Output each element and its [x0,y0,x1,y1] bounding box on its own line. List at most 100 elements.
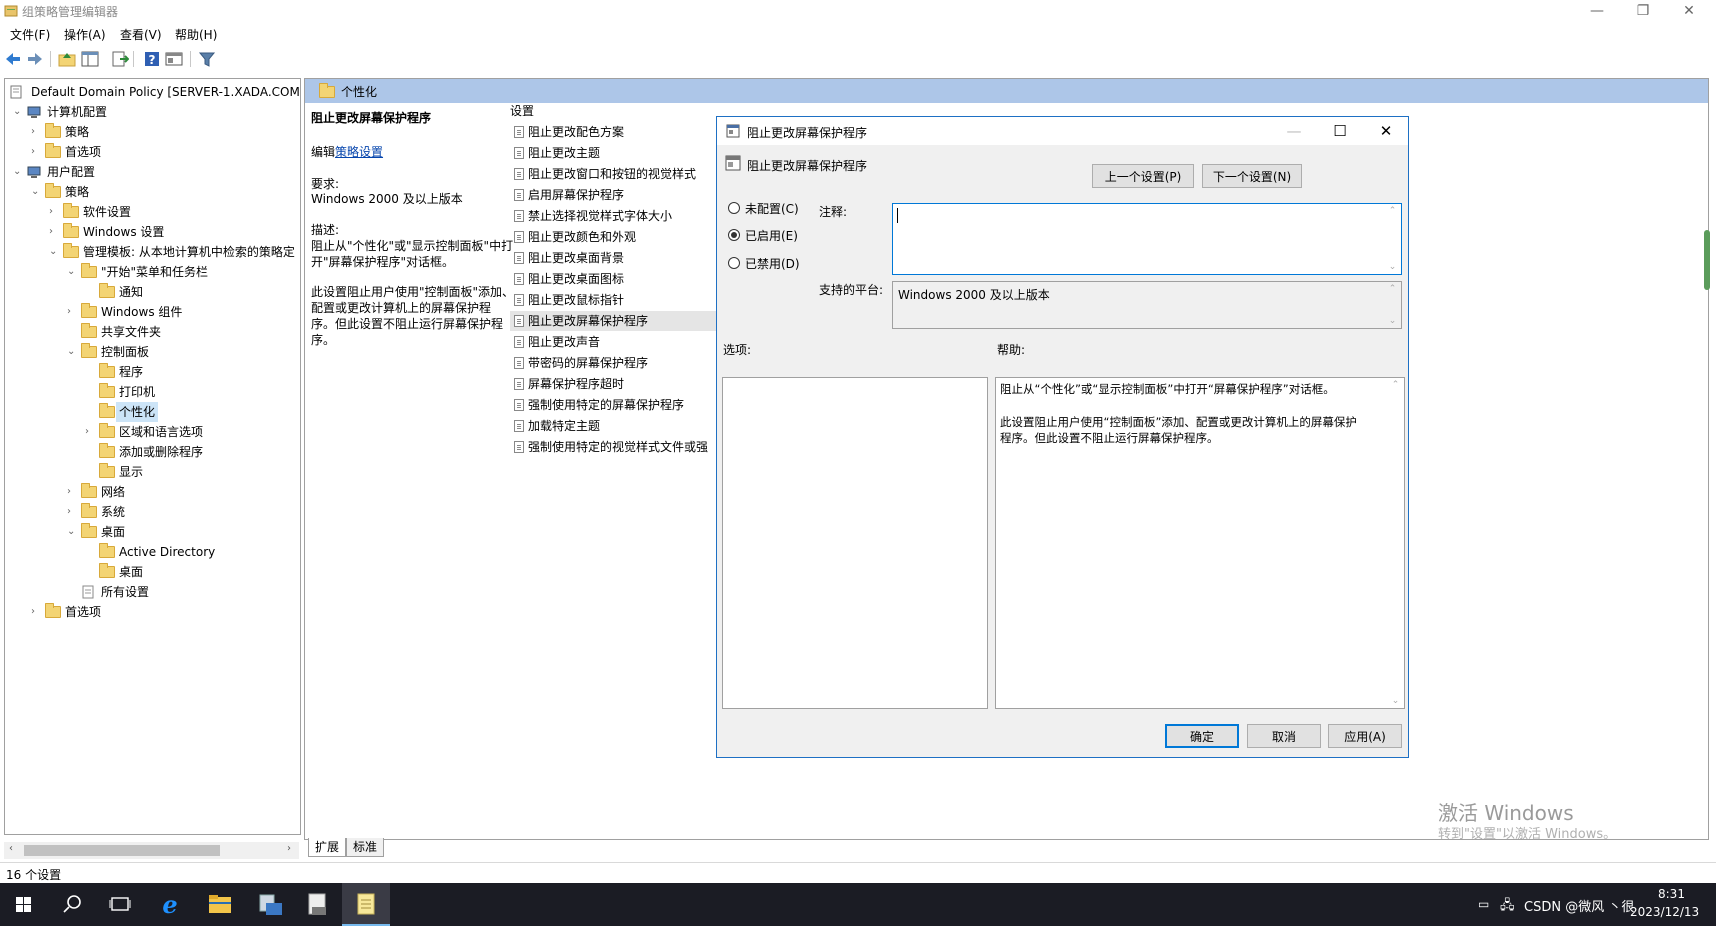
server-manager-icon[interactable] [246,883,294,926]
tree-horizontal-scrollbar[interactable]: ‹ › [4,842,299,859]
collapsed-chevron-icon[interactable]: › [67,302,79,322]
setting-row[interactable]: 阻止更改屏幕保护程序 [510,311,722,331]
tab-extended[interactable]: 扩展 [308,838,347,857]
radio-disabled-label[interactable]: 已禁用(D) [745,255,800,272]
help-icon[interactable]: ? [143,50,161,68]
scroll-thumb[interactable] [24,845,220,856]
expanded-chevron-icon[interactable]: ⌄ [13,162,25,182]
folder-icon [99,463,115,478]
scroll-up-icon[interactable]: ⌃ [1384,284,1401,294]
ok-button[interactable]: 确定 [1165,724,1239,748]
setting-row[interactable]: 强制使用特定的视觉样式文件或强 [510,437,710,457]
setting-row[interactable]: 带密码的屏幕保护程序 [510,353,710,373]
keyboard-tray-icon[interactable]: ▭ [1478,897,1489,911]
task-view-icon[interactable] [96,883,144,926]
setting-row[interactable]: 强制使用特定的屏幕保护程序 [510,395,710,415]
comment-textbox[interactable]: ⌃ ⌄ [892,203,1402,275]
collapsed-chevron-icon[interactable]: › [49,222,61,242]
vertical-scrollbar[interactable] [1704,230,1710,290]
collapsed-chevron-icon[interactable]: › [67,482,79,502]
close-button[interactable]: ✕ [1666,0,1712,22]
minimize-button[interactable]: — [1574,0,1620,22]
expanded-chevron-icon[interactable]: ⌄ [67,522,79,542]
previous-setting-button[interactable]: 上一个设置(P) [1092,164,1194,188]
policy-setting-dialog: 阻止更改屏幕保护程序 — ☐ ✕ 阻止更改屏幕保护程序 上一个设置(P) 下一个… [716,116,1409,758]
edit-policy-link[interactable]: 策略设置 [335,145,383,159]
scroll-down-icon[interactable]: ⌄ [1384,316,1401,326]
scroll-right-icon[interactable]: › [287,843,291,854]
radio-disabled[interactable] [728,257,740,269]
setting-row[interactable]: 阻止更改鼠标指针 [510,290,710,310]
radio-not-configured[interactable] [728,202,740,214]
expanded-chevron-icon[interactable]: ⌄ [49,242,61,262]
policy-setting-icon [514,378,524,390]
scroll-down-icon[interactable]: ⌄ [1384,262,1401,272]
properties-icon[interactable] [165,50,183,68]
expanded-chevron-icon[interactable]: ⌄ [67,342,79,362]
description-line: 配置或更改计算机上的屏幕保护程 [311,301,492,315]
windows-start-icon[interactable] [0,883,48,926]
filter-icon[interactable] [198,50,216,68]
radio-not-configured-label[interactable]: 未配置(C) [745,200,799,217]
menu-help[interactable]: 帮助(H) [175,26,217,43]
setting-row[interactable]: 屏幕保护程序超时 [510,374,710,394]
cancel-button[interactable]: 取消 [1247,724,1321,748]
expanded-chevron-icon[interactable]: ⌄ [13,102,25,122]
gpmc-icon[interactable] [294,883,342,926]
dialog-maximize-button[interactable]: ☐ [1318,117,1362,145]
policy-setting-icon [514,189,524,201]
next-setting-button[interactable]: 下一个设置(N) [1202,164,1302,188]
back-icon[interactable] [4,50,22,68]
radio-enabled-label[interactable]: 已启用(E) [745,227,798,244]
settings-column-header[interactable]: 设置 [510,102,534,119]
folder-icon [319,83,335,98]
tree-item-label: 程序 [119,365,144,379]
setting-row[interactable]: 阻止更改桌面背景 [510,248,710,268]
collapsed-chevron-icon[interactable]: › [31,602,43,622]
clock-time[interactable]: 8:31 [1658,887,1685,901]
show-hide-tree-icon[interactable] [81,50,99,68]
forward-icon[interactable] [26,50,44,68]
setting-row[interactable]: 阻止更改窗口和按钮的视觉样式 [510,164,710,184]
collapsed-chevron-icon[interactable]: › [67,502,79,522]
menu-action[interactable]: 操作(A) [64,26,106,43]
folder-icon [99,403,115,418]
clock-date[interactable]: 2023/12/13 [1630,905,1699,919]
menu-view[interactable]: 查看(V) [120,26,162,43]
collapsed-chevron-icon[interactable]: › [31,142,43,162]
up-folder-icon[interactable] [58,50,76,68]
scroll-up-icon[interactable]: ⌃ [1384,206,1401,216]
scroll-up-icon[interactable]: ⌃ [1387,380,1404,390]
collapsed-chevron-icon[interactable]: › [85,422,97,442]
radio-enabled[interactable] [728,229,740,241]
export-list-icon[interactable] [111,50,130,68]
dialog-close-button[interactable]: ✕ [1364,117,1408,145]
expanded-chevron-icon[interactable]: ⌄ [31,182,43,202]
apply-button[interactable]: 应用(A) [1328,724,1402,748]
search-icon[interactable] [48,883,96,926]
ie-icon[interactable]: e [146,883,194,926]
notepad-icon[interactable] [342,883,390,926]
setting-row[interactable]: 阻止更改声音 [510,332,710,352]
setting-row[interactable]: 阻止更改主题 [510,143,710,163]
menu-file[interactable]: 文件(F) [10,26,50,43]
setting-row[interactable]: 阻止更改配色方案 [510,122,710,142]
collapsed-chevron-icon[interactable]: › [31,122,43,142]
scroll-left-icon[interactable]: ‹ [9,843,13,854]
requirement-value: Windows 2000 及以上版本 [311,192,463,206]
policy-setting-icon [514,399,524,411]
scroll-down-icon[interactable]: ⌄ [1387,696,1404,706]
setting-row[interactable]: 禁止选择视觉样式字体大小 [510,206,710,226]
tab-standard[interactable]: 标准 [346,838,385,857]
setting-row[interactable]: 阻止更改颜色和外观 [510,227,710,247]
expanded-chevron-icon[interactable]: ⌄ [67,262,79,282]
setting-row[interactable]: 加载特定主题 [510,416,710,436]
network-tray-icon[interactable]: 🖧 [1500,896,1515,918]
tree-item-label: 区域和语言选项 [119,425,204,439]
description-line: 序。 [311,333,336,347]
setting-row[interactable]: 阻止更改桌面图标 [510,269,710,289]
file-explorer-icon[interactable] [196,883,244,926]
collapsed-chevron-icon[interactable]: › [49,202,61,222]
restore-button[interactable]: ❐ [1620,0,1666,22]
setting-row[interactable]: 启用屏幕保护程序 [510,185,710,205]
